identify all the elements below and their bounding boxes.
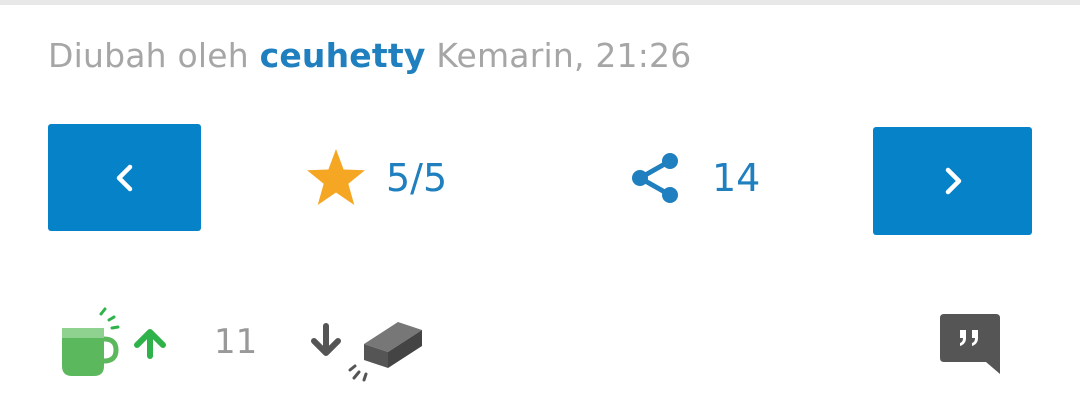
upvote-cendol-button[interactable]	[58, 306, 172, 378]
upvote-count: 11	[214, 322, 258, 362]
editor-username-link[interactable]: ceuhetty	[260, 36, 426, 75]
star-icon	[307, 149, 365, 205]
chevron-left-icon	[116, 164, 132, 191]
top-divider	[0, 0, 1080, 5]
edited-prefix: Diubah oleh	[48, 36, 249, 75]
share-count: 14	[712, 156, 761, 200]
quote-comment-button[interactable]	[938, 312, 1004, 376]
previous-post-button[interactable]	[48, 124, 201, 231]
rating-stat[interactable]: 5/5	[304, 145, 447, 211]
quote-comment-icon	[940, 314, 1000, 374]
edited-time: Kemarin, 21:26	[436, 36, 692, 75]
share-stat[interactable]: 14	[630, 145, 760, 211]
cendol-upvote-icon	[62, 307, 166, 376]
downvote-bata-button[interactable]	[308, 316, 426, 382]
chevron-right-icon	[945, 167, 961, 195]
bata-downvote-icon	[311, 322, 422, 382]
next-post-button[interactable]	[873, 127, 1032, 235]
share-icon	[632, 153, 678, 203]
rating-value: 5/5	[386, 156, 448, 200]
edited-by-line: Diubah oleh ceuhetty Kemarin, 21:26	[48, 36, 691, 76]
